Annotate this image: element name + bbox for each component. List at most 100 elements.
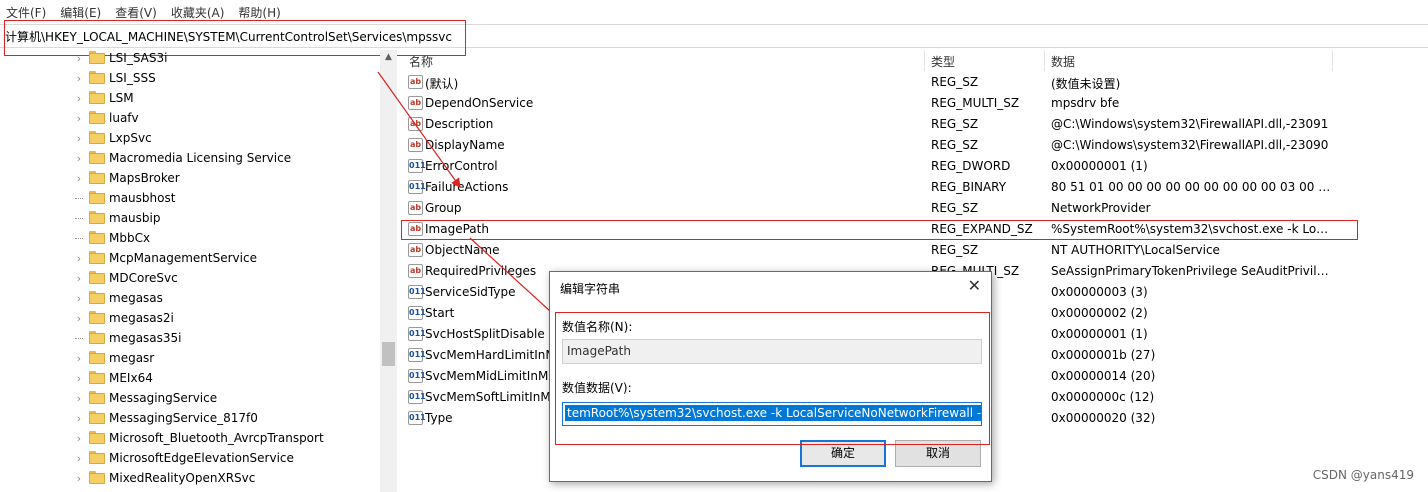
tree-item-label: MessagingService <box>109 391 218 405</box>
folder-icon <box>89 411 105 424</box>
value-name: Start <box>425 306 455 320</box>
value-type: REG_SZ <box>931 75 979 89</box>
value-data: NT AUTHORITY\LocalService <box>1051 243 1220 257</box>
value-row[interactable]: 011 FailureActions REG_BINARY 80 51 01 00 0… <box>400 177 1428 198</box>
tree-item-label: MEIx64 <box>109 371 153 385</box>
chevron-right-icon[interactable]: › <box>74 392 84 405</box>
folder-icon <box>89 351 105 364</box>
value-row[interactable]: ab Description REG_SZ @C:\Windows\system32\… <box>400 114 1428 135</box>
value-data: 0x00000001 (1) <box>1051 327 1148 341</box>
tree-item[interactable]: › MixedRealityOpenXRSvc <box>0 468 380 488</box>
chevron-right-icon[interactable]: › <box>74 412 84 425</box>
folder-icon <box>89 471 105 484</box>
binary-value-icon: 011 <box>408 159 426 173</box>
value-name: SvcMemMidLimitInMI <box>425 369 552 383</box>
value-name: SvcMemHardLimitInM <box>425 348 556 362</box>
column-type-header[interactable]: 类型 <box>931 53 955 70</box>
tree-item[interactable]: megasas35i <box>0 328 380 348</box>
dialog-highlight-box <box>555 312 990 445</box>
close-icon[interactable]: ✕ <box>968 276 981 295</box>
chevron-right-icon[interactable]: › <box>74 292 84 305</box>
tree-item[interactable]: › megasas2i <box>0 308 380 328</box>
tree-item[interactable]: › megasr <box>0 348 380 368</box>
value-data: SeAssignPrimaryTokenPrivilege SeAuditPri… <box>1051 264 1331 278</box>
chevron-right-icon[interactable]: › <box>74 72 84 85</box>
value-row[interactable]: ab Group REG_SZ NetworkProvider <box>400 198 1428 219</box>
tree-item-label: MapsBroker <box>109 171 180 185</box>
chevron-right-icon[interactable]: › <box>74 272 84 285</box>
tree-item[interactable]: › luafv <box>0 108 380 128</box>
chevron-right-icon[interactable]: › <box>74 152 84 165</box>
tree-connector <box>75 238 83 239</box>
chevron-right-icon[interactable]: › <box>74 372 84 385</box>
scroll-up-arrow-icon[interactable]: ▲ <box>380 50 397 64</box>
tree-item[interactable]: › LSI_SAS3i <box>0 50 380 68</box>
tree-item[interactable]: › MapsBroker <box>0 168 380 188</box>
chevron-right-icon[interactable]: › <box>74 352 84 365</box>
menu-file[interactable]: 文件(F) <box>6 4 46 21</box>
tree-item-label: MicrosoftEdgeElevationService <box>109 451 294 465</box>
tree-item[interactable]: › LSM <box>0 88 380 108</box>
binary-value-icon: 011 <box>408 369 426 383</box>
value-row[interactable]: 011 ErrorControl REG_DWORD 0x00000001 (1) <box>400 156 1428 177</box>
chevron-right-icon[interactable]: › <box>74 132 84 145</box>
tree-item[interactable]: › LxpSvc <box>0 128 380 148</box>
chevron-right-icon[interactable]: › <box>74 172 84 185</box>
tree-item-label: Macromedia Licensing Service <box>109 151 292 165</box>
chevron-right-icon[interactable]: › <box>74 452 84 465</box>
value-name: Group <box>425 201 462 215</box>
tree-item[interactable]: › MDCoreSvc <box>0 268 380 288</box>
tree-item[interactable]: › MessagingService_817f0 <box>0 408 380 428</box>
folder-icon <box>89 51 105 64</box>
value-row[interactable]: ab DisplayName REG_SZ @C:\Windows\system32\… <box>400 135 1428 156</box>
tree-item[interactable]: › MEIx64 <box>0 368 380 388</box>
chevron-right-icon[interactable]: › <box>74 52 84 65</box>
tree-item[interactable]: › LSI_SSS <box>0 68 380 88</box>
value-row[interactable]: ab ObjectName REG_SZ NT AUTHORITY\LocalServ… <box>400 240 1428 261</box>
menu-help[interactable]: 帮助(H) <box>238 4 280 21</box>
chevron-right-icon[interactable]: › <box>74 252 84 265</box>
value-row[interactable]: ab (默认) REG_SZ (数值未设置) <box>400 72 1428 93</box>
tree-item-label: Microsoft_Bluetooth_AvrcpTransport <box>109 431 324 445</box>
chevron-right-icon[interactable]: › <box>74 432 84 445</box>
binary-value-icon: 011 <box>408 390 426 404</box>
string-value-icon: ab <box>408 117 423 131</box>
column-name-header[interactable]: 名称 <box>409 53 433 70</box>
tree-item[interactable]: › Microsoft_Bluetooth_AvrcpTransport <box>0 428 380 448</box>
menu-view[interactable]: 查看(V) <box>115 4 157 21</box>
chevron-right-icon[interactable]: › <box>74 92 84 105</box>
binary-value-icon: 011 <box>408 285 426 299</box>
value-row[interactable]: ab DependOnService REG_MULTI_SZ mpsdrv bfe <box>400 93 1428 114</box>
value-type: REG_DWORD <box>931 159 1011 173</box>
value-data: 0x0000001b (27) <box>1051 348 1156 362</box>
value-data: 0x0000000c (12) <box>1051 390 1155 404</box>
tree-item[interactable]: mausbip <box>0 208 380 228</box>
value-data: (数值未设置) <box>1051 77 1121 91</box>
scroll-thumb[interactable] <box>382 342 395 366</box>
folder-icon <box>89 231 105 244</box>
value-type: REG_SZ <box>931 138 979 152</box>
tree-scrollbar[interactable]: ▲ <box>380 50 397 492</box>
tree-item[interactable]: › MessagingService <box>0 388 380 408</box>
tree-item-label: megasas35i <box>109 331 182 345</box>
menu-favorites[interactable]: 收藏夹(A) <box>171 4 225 21</box>
tree-item[interactable]: mausbhost <box>0 188 380 208</box>
binary-value-icon: 011 <box>408 348 426 362</box>
binary-value-icon: 011 <box>408 411 426 425</box>
tree-item-label: McpManagementService <box>109 251 257 265</box>
menu-edit[interactable]: 编辑(E) <box>60 4 101 21</box>
chevron-right-icon[interactable]: › <box>74 112 84 125</box>
column-headers: 名称 类型 数据 <box>400 50 1428 71</box>
tree-item[interactable]: › megasas <box>0 288 380 308</box>
chevron-right-icon[interactable]: › <box>74 312 84 325</box>
value-name: ServiceSidType <box>425 285 516 299</box>
value-name: Type <box>425 411 453 425</box>
tree-item[interactable]: › Macromedia Licensing Service <box>0 148 380 168</box>
column-data-header[interactable]: 数据 <box>1051 53 1075 70</box>
tree-item[interactable]: › MicrosoftEdgeElevationService <box>0 448 380 468</box>
value-data: @C:\Windows\system32\FirewallAPI.dll,-23… <box>1051 138 1329 152</box>
tree-item[interactable]: › McpManagementService <box>0 248 380 268</box>
tree-item-label: megasas <box>109 291 163 305</box>
tree-item[interactable]: MbbCx <box>0 228 380 248</box>
chevron-right-icon[interactable]: › <box>74 472 84 485</box>
